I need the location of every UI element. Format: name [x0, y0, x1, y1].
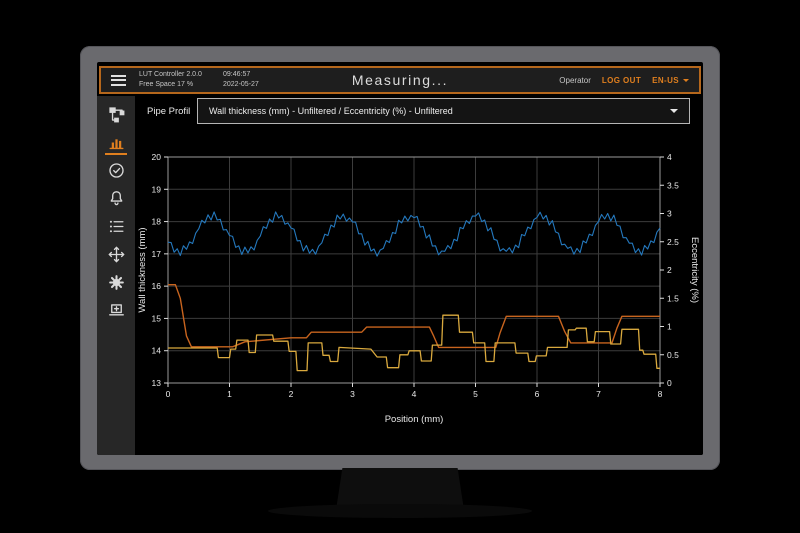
svg-text:3: 3: [350, 389, 355, 399]
list-icon: [107, 217, 126, 236]
app-title: LUT Controller 2.0.0: [139, 70, 223, 80]
screen: LUT Controller 2.0.009:46:57 Free Space …: [97, 62, 703, 455]
svg-text:2: 2: [667, 265, 672, 275]
main-content: Pipe Profil Wall thickness (mm) - Unfilt…: [135, 96, 703, 455]
pipe-profile-dropdown[interactable]: Wall thickness (mm) - Unfiltered / Eccen…: [197, 98, 690, 124]
bell-icon: [107, 189, 126, 208]
laptop-add-icon: [107, 301, 126, 320]
pipe-profile-chart: 13 14 15 16 17 18 19 20 0 0.5 1 1.5 2 2.5 3 3.5 4 0 1 2 3 4 5 6…: [135, 130, 703, 430]
svg-text:5: 5: [473, 389, 478, 399]
bar-chart-icon: [107, 133, 126, 152]
date: 2022-05-27: [223, 81, 259, 88]
svg-text:0: 0: [667, 378, 672, 388]
svg-text:4: 4: [412, 389, 417, 399]
sidebar-item-remote[interactable]: [103, 298, 129, 322]
gear-icon: [107, 273, 126, 292]
sidebar-item-move[interactable]: [103, 242, 129, 266]
sidebar: [97, 96, 135, 455]
sidebar-item-settings[interactable]: [103, 270, 129, 294]
monitor-bezel: LUT Controller 2.0.009:46:57 Free Space …: [80, 46, 720, 470]
svg-text:20: 20: [152, 152, 162, 162]
svg-text:1: 1: [667, 322, 672, 332]
svg-text:8: 8: [658, 389, 663, 399]
svg-text:7: 7: [596, 389, 601, 399]
svg-text:Wall thickness (mm): Wall thickness (mm): [137, 227, 148, 312]
user-role: Operator: [559, 76, 591, 85]
sidebar-item-log[interactable]: [103, 214, 129, 238]
svg-text:Eccentricity (%): Eccentricity (%): [689, 237, 700, 303]
language-label: EN-US: [652, 76, 679, 85]
sidebar-item-chart[interactable]: [103, 130, 129, 154]
svg-text:15: 15: [152, 313, 162, 323]
svg-text:2: 2: [289, 389, 294, 399]
move-icon: [107, 245, 126, 264]
pipe-profile-selected: Wall thickness (mm) - Unfiltered / Eccen…: [209, 106, 453, 116]
svg-text:4: 4: [667, 152, 672, 162]
system-info: LUT Controller 2.0.009:46:57 Free Space …: [139, 70, 259, 90]
menu-icon[interactable]: [111, 72, 126, 88]
check-circle-icon: [107, 161, 126, 180]
svg-text:18: 18: [152, 217, 162, 227]
svg-text:1: 1: [227, 389, 232, 399]
clock: 09:46:57: [223, 71, 250, 78]
sidebar-item-alarms[interactable]: [103, 186, 129, 210]
logout-button[interactable]: LOG OUT: [602, 76, 641, 85]
free-space: Free Space 17 %: [139, 80, 223, 90]
svg-text:Position (mm): Position (mm): [385, 414, 444, 425]
svg-text:6: 6: [535, 389, 540, 399]
top-bar: LUT Controller 2.0.009:46:57 Free Space …: [99, 66, 701, 94]
pipe-profile-row: Pipe Profil Wall thickness (mm) - Unfilt…: [135, 96, 703, 126]
language-selector[interactable]: EN-US: [652, 76, 689, 85]
svg-text:19: 19: [152, 184, 162, 194]
pipe-profile-label: Pipe Profil: [147, 106, 197, 117]
svg-text:17: 17: [152, 249, 162, 259]
svg-text:2.5: 2.5: [667, 237, 679, 247]
svg-text:1.5: 1.5: [667, 293, 679, 303]
sidebar-item-sitemap[interactable]: [103, 102, 129, 126]
svg-text:0: 0: [166, 389, 171, 399]
sidebar-item-checks[interactable]: [103, 158, 129, 182]
svg-text:0.5: 0.5: [667, 350, 679, 360]
dropdown-caret-icon: [670, 109, 678, 117]
svg-text:3: 3: [667, 209, 672, 219]
sitemap-icon: [107, 105, 126, 124]
svg-text:16: 16: [152, 281, 162, 291]
chevron-down-icon: [683, 79, 689, 85]
monitor-stand-base: [268, 504, 532, 518]
svg-text:14: 14: [152, 346, 162, 356]
svg-text:3.5: 3.5: [667, 180, 679, 190]
svg-text:13: 13: [152, 378, 162, 388]
